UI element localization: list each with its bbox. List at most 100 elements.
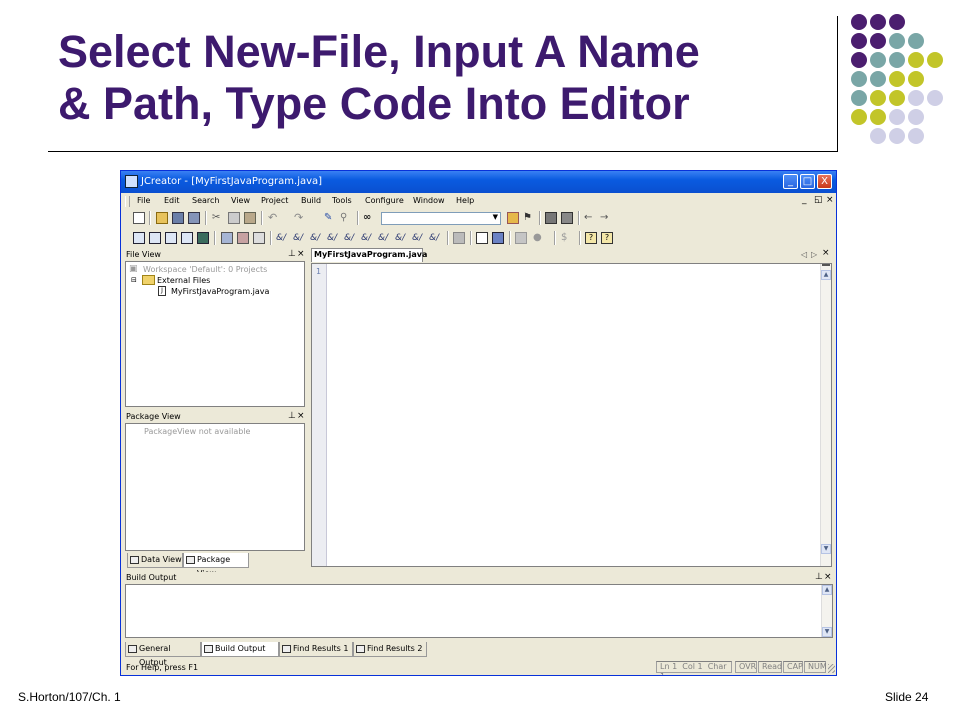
tab-scroll-left-icon[interactable]: ◁: [801, 250, 807, 259]
goto-icon[interactable]: ⚑: [523, 212, 535, 224]
output-icon[interactable]: [181, 232, 193, 244]
code-macro-icon[interactable]: &/: [327, 232, 339, 244]
cut-icon[interactable]: ✂: [212, 212, 224, 224]
minimize-button[interactable]: _: [783, 174, 798, 189]
tab-find-results-1[interactable]: Find Results 1: [279, 642, 353, 657]
back-icon[interactable]: ←: [584, 212, 596, 224]
pin-icon[interactable]: ⊥: [288, 411, 296, 421]
editor-scrollbar[interactable]: ▲ ▼: [820, 264, 831, 566]
tab-general-output[interactable]: General Output: [125, 642, 201, 667]
pin-icon[interactable]: ⊥: [815, 572, 823, 582]
console-icon[interactable]: [197, 232, 209, 244]
save-all-icon[interactable]: [188, 212, 200, 224]
find-combo[interactable]: ▼: [381, 212, 501, 225]
window-titlebar[interactable]: JCreator - [MyFirstJavaProgram.java] _ □…: [121, 171, 836, 193]
toolbar-separator: [539, 211, 541, 225]
close-button[interactable]: X: [817, 174, 832, 189]
toolbar-separator: [578, 211, 580, 225]
build-output-panel: ▲ ▼: [125, 584, 833, 638]
compile-file-icon[interactable]: [453, 232, 465, 244]
open-folder-icon[interactable]: [156, 212, 168, 224]
class-icon[interactable]: [221, 232, 233, 244]
debug-step-icon[interactable]: ●: [533, 232, 545, 244]
app-icon[interactable]: [125, 175, 138, 188]
new-file-icon[interactable]: [133, 212, 145, 224]
output-scrollbar[interactable]: ▲ ▼: [821, 585, 832, 637]
menu-search[interactable]: Search: [192, 196, 219, 205]
scroll-down-icon[interactable]: ▼: [822, 627, 832, 637]
run-icon[interactable]: [492, 232, 504, 244]
menu-tools[interactable]: Tools: [332, 196, 352, 205]
maximize-button[interactable]: □: [800, 174, 815, 189]
menu-project[interactable]: Project: [261, 196, 288, 205]
code-macro-icon[interactable]: &/: [276, 232, 288, 244]
bookmark-next-icon[interactable]: [561, 212, 573, 224]
mdi-close-button[interactable]: ×: [826, 195, 834, 205]
paste-icon[interactable]: [244, 212, 256, 224]
workspace-label[interactable]: Workspace 'Default': 0 Projects: [143, 265, 267, 274]
workspace-icon[interactable]: [133, 232, 145, 244]
pin-icon[interactable]: ⊥: [288, 249, 296, 259]
forward-icon[interactable]: →: [600, 212, 612, 224]
resize-grip[interactable]: [828, 664, 835, 673]
decor-dot: [851, 52, 867, 68]
code-macro-icon[interactable]: &/: [395, 232, 407, 244]
tab-scroll-right-icon[interactable]: ▷: [811, 250, 817, 259]
redo-icon[interactable]: ↷: [294, 212, 306, 224]
file-label[interactable]: MyFirstJavaProgram.java: [171, 287, 269, 296]
javadoc-icon[interactable]: $: [561, 232, 573, 244]
decor-dot: [870, 109, 886, 125]
save-icon[interactable]: [172, 212, 184, 224]
find-in-files-icon[interactable]: [507, 212, 519, 224]
compile-icon[interactable]: [476, 232, 488, 244]
menu-configure[interactable]: Configure: [365, 196, 404, 205]
close-icon[interactable]: ×: [824, 572, 832, 582]
code-macro-icon[interactable]: &/: [378, 232, 390, 244]
close-icon[interactable]: ×: [297, 249, 305, 259]
undo-icon[interactable]: ↶: [268, 212, 280, 224]
menu-help[interactable]: Help: [456, 196, 474, 205]
debug-icon[interactable]: [515, 232, 527, 244]
code-macro-icon[interactable]: &/: [344, 232, 356, 244]
copy-icon[interactable]: [228, 212, 240, 224]
bookmark-icon[interactable]: [545, 212, 557, 224]
project-icon[interactable]: [149, 232, 161, 244]
tab-build-output[interactable]: Build Output: [201, 642, 279, 657]
code-macro-icon[interactable]: &/: [429, 232, 441, 244]
folder-label[interactable]: External Files: [157, 276, 210, 285]
tree-collapse-icon[interactable]: ⊟: [131, 276, 137, 284]
find-icon[interactable]: ✎: [324, 212, 336, 224]
build-output-icon: [204, 645, 213, 653]
context-help-icon[interactable]: ?: [601, 232, 613, 244]
replace-icon[interactable]: ⚲: [340, 212, 352, 224]
code-macro-icon[interactable]: &/: [412, 232, 424, 244]
code-editor[interactable]: 1 ▲ ▼: [311, 263, 832, 567]
scroll-up-icon[interactable]: ▲: [822, 585, 832, 595]
mdi-restore-button[interactable]: ◱: [814, 195, 823, 205]
tab-find-results-2[interactable]: Find Results 2: [353, 642, 427, 657]
scroll-up-icon[interactable]: ▲: [821, 270, 831, 280]
close-icon[interactable]: ×: [822, 248, 830, 258]
window-icon[interactable]: [253, 232, 265, 244]
tag-icon[interactable]: [237, 232, 249, 244]
help-icon[interactable]: ?: [585, 232, 597, 244]
code-macro-icon[interactable]: &/: [361, 232, 373, 244]
file-view-header: File View ⊥ ×: [125, 249, 305, 261]
tab-package-view[interactable]: Package View: [183, 553, 249, 578]
scroll-down-icon[interactable]: ▼: [821, 544, 831, 554]
split-handle[interactable]: [822, 264, 830, 266]
mdi-minimize-button[interactable]: _: [802, 195, 807, 205]
code-macro-icon[interactable]: &/: [310, 232, 322, 244]
code-macro-icon[interactable]: &/: [293, 232, 305, 244]
menu-file[interactable]: File: [137, 196, 150, 205]
file-view-icon[interactable]: [165, 232, 177, 244]
close-icon[interactable]: ×: [297, 411, 305, 421]
menu-edit[interactable]: Edit: [164, 196, 180, 205]
editor-tab[interactable]: MyFirstJavaProgram.java: [311, 248, 427, 262]
tab-data-view[interactable]: Data View: [127, 553, 183, 568]
menu-build[interactable]: Build: [301, 196, 321, 205]
menu-window[interactable]: Window: [413, 196, 445, 205]
status-ovr: OVR: [735, 661, 757, 673]
binoculars-icon[interactable]: ∞: [363, 212, 375, 224]
menu-view[interactable]: View: [231, 196, 250, 205]
